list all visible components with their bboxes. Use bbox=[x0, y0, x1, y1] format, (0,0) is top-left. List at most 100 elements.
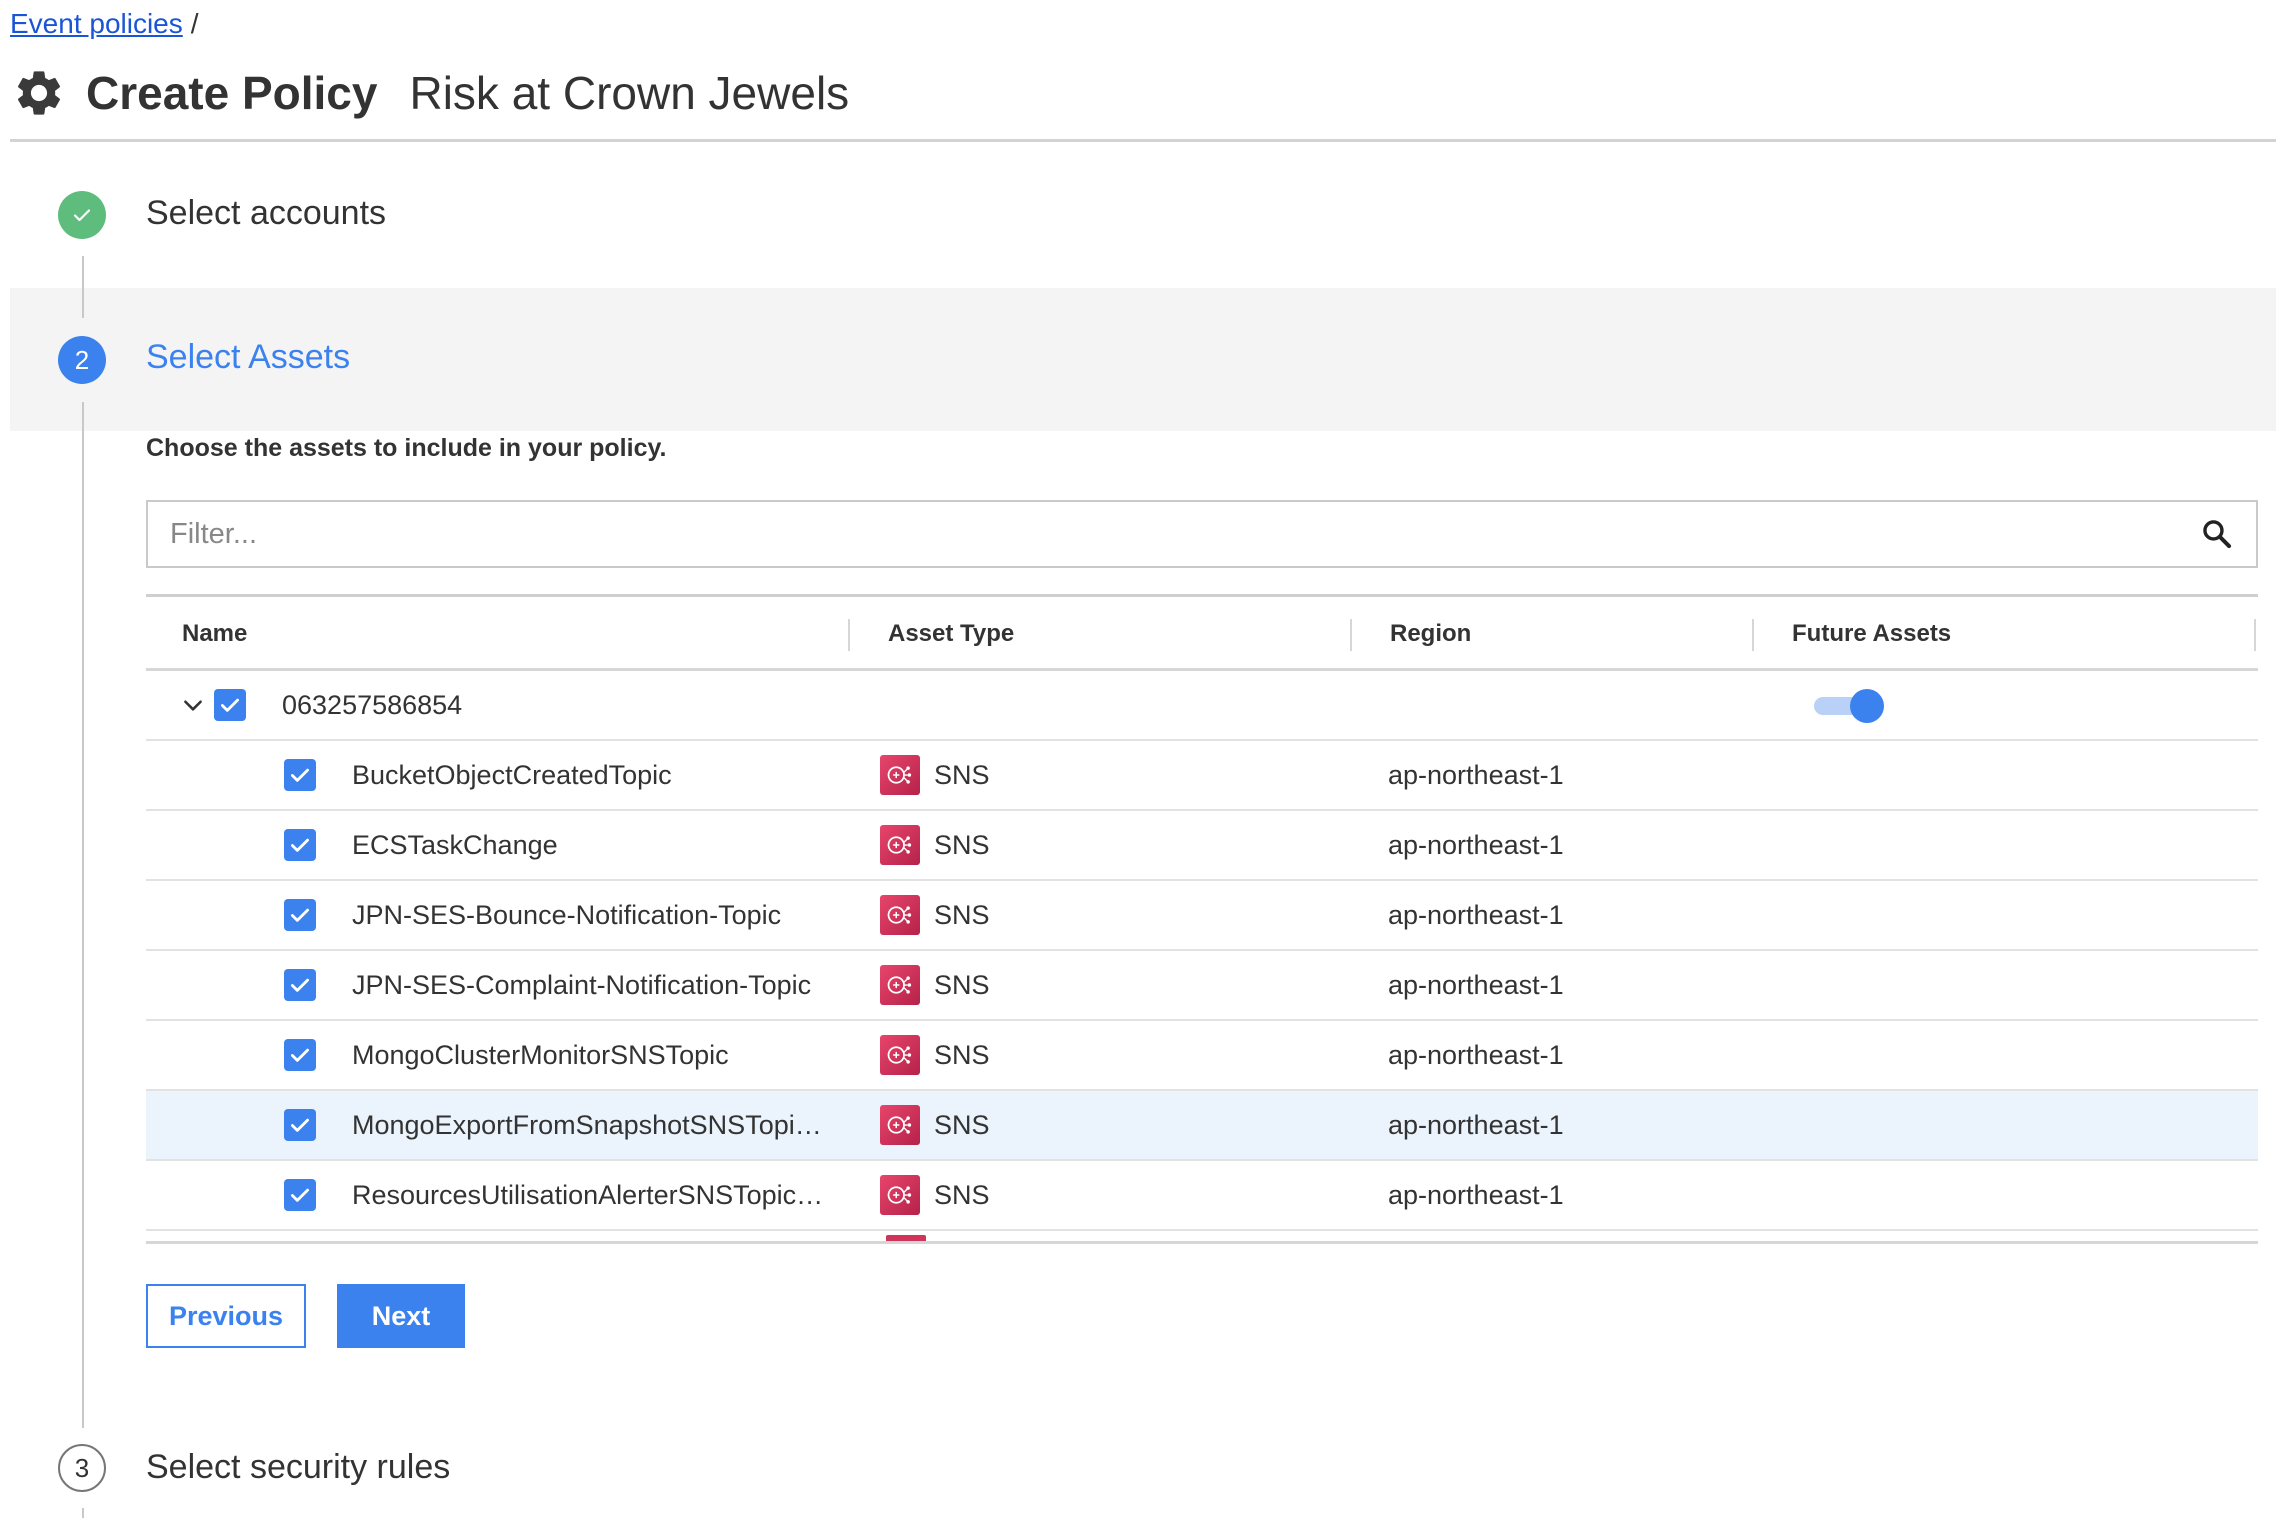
asset-name: ResourcesUtilisationAlerterSNSTopic… bbox=[352, 1179, 824, 1210]
asset-type: SNS bbox=[934, 969, 990, 1000]
asset-type-cell: SNS bbox=[880, 881, 990, 949]
row-checkbox-cell bbox=[284, 951, 316, 1019]
check-icon bbox=[291, 1188, 309, 1202]
page-header: Create Policy Risk at Crown Jewels bbox=[12, 58, 849, 128]
sns-glyph bbox=[887, 1046, 912, 1064]
breadcrumb: Event policies / bbox=[10, 8, 199, 40]
check-icon bbox=[291, 1118, 309, 1132]
asset-name: JPN-SES-Bounce-Notification-Topic bbox=[352, 899, 782, 930]
header-divider bbox=[10, 139, 2276, 142]
filter-input[interactable] bbox=[170, 517, 2200, 551]
asset-region: ap-northeast-1 bbox=[1388, 899, 1564, 930]
step-1-label[interactable]: Select accounts bbox=[146, 194, 386, 233]
sns-glyph bbox=[887, 906, 912, 924]
row-checkbox-cell bbox=[284, 1161, 316, 1229]
check-icon bbox=[291, 768, 309, 782]
breadcrumb-link-event-policies[interactable]: Event policies bbox=[10, 8, 183, 40]
row-checkbox[interactable] bbox=[284, 759, 316, 791]
sns-glyph bbox=[887, 976, 912, 994]
asset-type: SNS bbox=[934, 1039, 990, 1070]
asset-name: MongoExportFromSnapshotSNSTopi… bbox=[352, 1109, 822, 1140]
sns-icon bbox=[880, 1105, 920, 1145]
row-checkbox[interactable] bbox=[284, 899, 316, 931]
column-resizer[interactable] bbox=[2254, 619, 2256, 651]
sns-icon-partial bbox=[886, 1235, 926, 1241]
previous-button[interactable]: Previous bbox=[146, 1284, 306, 1348]
row-checkbox-cell bbox=[284, 741, 316, 809]
breadcrumb-separator: / bbox=[190, 8, 199, 39]
asset-region: ap-northeast-1 bbox=[1388, 1109, 1564, 1140]
column-header-name[interactable]: Name bbox=[182, 597, 247, 671]
next-button[interactable]: Next bbox=[337, 1284, 465, 1348]
step-3-number: 3 bbox=[58, 1444, 106, 1492]
row-checkbox-cell bbox=[284, 881, 316, 949]
table-row[interactable]: JPN-SES-Complaint-Notification-Topic SNS a… bbox=[146, 951, 2258, 1021]
row-checkbox-cell bbox=[284, 811, 316, 879]
asset-region: ap-northeast-1 bbox=[1388, 969, 1564, 1000]
assets-table: Name Asset Type Region Future Assets 063… bbox=[146, 594, 2258, 1244]
column-resizer[interactable] bbox=[1752, 619, 1754, 651]
table-row[interactable]: JPN-SES-Bounce-Notification-Topic SNS ap-n… bbox=[146, 881, 2258, 951]
check-icon bbox=[291, 908, 309, 922]
asset-region: ap-northeast-1 bbox=[1388, 829, 1564, 860]
table-row[interactable]: ECSTaskChange SNS ap-northeast-1 bbox=[146, 811, 2258, 881]
asset-type: SNS bbox=[934, 759, 990, 790]
sns-glyph bbox=[887, 1116, 912, 1134]
check-icon bbox=[221, 698, 239, 712]
check-icon bbox=[73, 209, 91, 222]
column-header-future-assets[interactable]: Future Assets bbox=[1792, 597, 1951, 671]
row-checkbox[interactable] bbox=[284, 1179, 316, 1211]
step-1-complete-indicator bbox=[58, 191, 106, 239]
step-connector bbox=[82, 1508, 84, 1518]
row-checkbox[interactable] bbox=[284, 1039, 316, 1071]
asset-name: BucketObjectCreatedTopic bbox=[352, 759, 672, 790]
toggle-knob bbox=[1850, 689, 1884, 723]
gear-icon bbox=[17, 71, 61, 115]
step-connector bbox=[82, 256, 84, 318]
sns-icon bbox=[880, 1035, 920, 1075]
sns-icon bbox=[880, 965, 920, 1005]
row-checkbox[interactable] bbox=[284, 829, 316, 861]
chevron-down-icon[interactable] bbox=[180, 692, 206, 718]
table-row[interactable]: MongoExportFromSnapshotSNSTopi… SNS ap-nor… bbox=[146, 1091, 2258, 1161]
asset-type-cell: SNS bbox=[880, 1091, 990, 1159]
row-checkbox-cell bbox=[284, 1091, 316, 1159]
step-2-number: 2 bbox=[58, 336, 106, 384]
table-row[interactable]: ResourcesUtilisationAlerterSNSTopic… SNS a… bbox=[146, 1161, 2258, 1231]
asset-type: SNS bbox=[934, 899, 990, 930]
row-checkbox-cell bbox=[284, 1021, 316, 1089]
expand-toggle[interactable] bbox=[180, 671, 206, 739]
asset-name: ECSTaskChange bbox=[352, 829, 558, 860]
asset-type-cell: SNS bbox=[880, 811, 990, 879]
future-assets-toggle-cell bbox=[1814, 671, 1884, 739]
sns-glyph bbox=[887, 1186, 912, 1204]
column-resizer[interactable] bbox=[848, 619, 850, 651]
step-connector bbox=[82, 402, 84, 1428]
asset-name: MongoClusterMonitorSNSTopic bbox=[352, 1039, 729, 1070]
account-id: 063257586854 bbox=[282, 689, 463, 720]
future-assets-toggle[interactable] bbox=[1814, 689, 1884, 723]
asset-region: ap-northeast-1 bbox=[1388, 1039, 1564, 1070]
step-2-label: Select Assets bbox=[146, 338, 351, 376]
check-icon bbox=[291, 1048, 309, 1062]
sns-icon bbox=[880, 895, 920, 935]
search-icon[interactable] bbox=[2200, 517, 2234, 551]
asset-region: ap-northeast-1 bbox=[1388, 1179, 1564, 1210]
asset-type: SNS bbox=[934, 829, 990, 860]
asset-name: JPN-SES-Complaint-Notification-Topic bbox=[352, 969, 812, 1000]
row-checkbox[interactable] bbox=[284, 969, 316, 1001]
column-header-asset-type[interactable]: Asset Type bbox=[888, 597, 1014, 671]
column-resizer[interactable] bbox=[1350, 619, 1352, 651]
account-group-row[interactable]: 063257586854 bbox=[146, 671, 2258, 741]
account-checkbox[interactable] bbox=[214, 689, 246, 721]
row-checkbox[interactable] bbox=[284, 1109, 316, 1141]
asset-rows: BucketObjectCreatedTopic SNS ap-northeast-… bbox=[146, 741, 2258, 1231]
table-row[interactable]: BucketObjectCreatedTopic SNS ap-northeast-… bbox=[146, 741, 2258, 811]
column-header-region[interactable]: Region bbox=[1390, 597, 1471, 671]
asset-type-cell: SNS bbox=[880, 741, 990, 809]
asset-region: ap-northeast-1 bbox=[1388, 759, 1564, 790]
check-icon bbox=[291, 978, 309, 992]
asset-type: SNS bbox=[934, 1109, 990, 1140]
step-3-label[interactable]: Select security rules bbox=[146, 1448, 450, 1487]
table-row[interactable]: MongoClusterMonitorSNSTopic SNS ap-northea… bbox=[146, 1021, 2258, 1091]
